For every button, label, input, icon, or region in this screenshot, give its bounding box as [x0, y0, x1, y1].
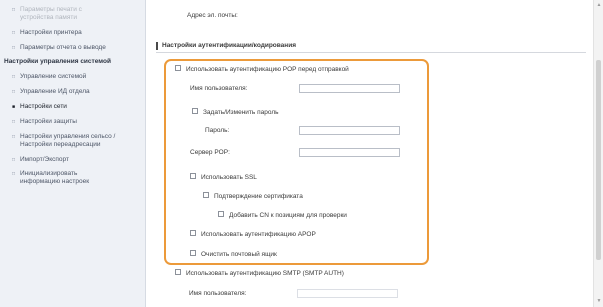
use-apop-label: Использовать аутентификацию APOP — [201, 231, 316, 238]
username-label: Имя пользователя: — [190, 85, 248, 92]
sidebar-item-security-settings[interactable]: □ Настройки защиты — [12, 118, 141, 126]
clear-mailbox-label: Очистить почтовый ящик — [201, 251, 277, 258]
password-input[interactable] — [299, 126, 400, 135]
set-password-row[interactable]: Задать/Изменить пароль — [192, 108, 279, 117]
clear-mailbox-checkbox[interactable] — [190, 250, 196, 257]
pop-before-send-label: Использовать аутентификацию POP перед от… — [186, 66, 349, 73]
sidebar-item-initialize-settings[interactable]: □ Инициализировать информацию настроек — [12, 170, 141, 186]
use-apop-checkbox[interactable] — [190, 230, 196, 237]
pop-server-label: Сервер POP: — [190, 149, 230, 156]
sidebar-item-department-id[interactable]: □ Управление ИД отдела — [12, 88, 141, 96]
smtp-username-input[interactable] — [297, 289, 398, 298]
smtp-auth-checkbox[interactable] — [175, 269, 181, 276]
email-address-label: Адрес эл. почты: — [187, 12, 238, 19]
sidebar-item-label: Инициализировать — [20, 170, 78, 177]
add-cn-row[interactable]: Добавить CN к позициям для проверки — [218, 211, 347, 220]
use-ssl-label: Использовать SSL — [201, 174, 257, 181]
bullet-icon: □ — [12, 30, 16, 36]
sidebar-nav: □ Параметры печати с устройства памяти □ На… — [0, 0, 146, 307]
sidebar-item-label: Настройки управления сельсо / — [20, 133, 116, 140]
sidebar-item-network-settings[interactable]: ■ Настройки сети — [12, 103, 141, 111]
pop-before-send-checkbox[interactable] — [175, 65, 181, 72]
scroll-down-icon[interactable]: ▼ — [595, 298, 603, 304]
sidebar-item-label: Настройки сети — [20, 103, 67, 110]
sidebar-item-forwarding-settings[interactable]: □ Настройки управления сельсо / Настройки … — [12, 133, 141, 149]
use-ssl-checkbox[interactable] — [190, 173, 196, 180]
scroll-up-icon[interactable]: ▲ — [595, 2, 603, 8]
confirm-cert-label: Подтверждение сертификата — [214, 193, 303, 200]
sidebar-item-label-line2: Настройки переадресации — [20, 141, 101, 148]
sidebar-item-system-management[interactable]: □ Управление системой — [12, 73, 141, 81]
add-cn-label: Добавить CN к позициям для проверки — [229, 212, 347, 219]
sidebar-group-system-management: Настройки управления системой — [4, 58, 141, 66]
bullet-icon: □ — [12, 7, 16, 13]
main-content: Адрес эл. почты: Настройки аутентификаци… — [147, 0, 593, 307]
clear-mailbox-row[interactable]: Очистить почтовый ящик — [190, 250, 277, 259]
active-bullet-icon: ■ — [12, 104, 16, 110]
password-label: Пароль: — [205, 127, 230, 134]
sidebar-item-import-export[interactable]: □ Импорт/Экспорт — [12, 156, 141, 164]
add-cn-checkbox[interactable] — [218, 211, 224, 218]
confirm-cert-row[interactable]: Подтверждение сертификата — [203, 192, 303, 201]
sidebar-item-label: Параметры печати с — [20, 6, 82, 13]
bullet-icon: □ — [12, 171, 16, 177]
bullet-icon: □ — [12, 119, 16, 125]
smtp-username-label: Имя пользователя: — [189, 290, 247, 297]
section-divider — [156, 52, 586, 53]
bullet-icon: □ — [12, 134, 16, 140]
use-ssl-row[interactable]: Использовать SSL — [190, 173, 257, 182]
bullet-icon: □ — [12, 157, 16, 163]
sidebar-item-label: Параметры отчета о выводе — [20, 44, 106, 51]
bullet-icon: □ — [12, 45, 16, 51]
sidebar-item-label-line2: информацию настроек — [20, 178, 90, 185]
confirm-cert-checkbox[interactable] — [203, 192, 209, 199]
sidebar-item-label: Настройки защиты — [20, 118, 77, 125]
sidebar-item-label: Импорт/Экспорт — [20, 156, 69, 163]
sidebar-item-label: Управление ИД отдела — [20, 88, 90, 95]
scrollbar-thumb[interactable] — [596, 60, 601, 260]
sidebar-item-label-line2: устройства памяти — [20, 14, 78, 21]
sidebar-item-print-memory[interactable]: □ Параметры печати с устройства памяти — [12, 6, 141, 22]
bullet-icon: □ — [12, 89, 16, 95]
sidebar-item-printer-settings[interactable]: □ Настройки принтера — [12, 29, 141, 37]
sidebar-group-label: Настройки управления системой — [4, 58, 111, 65]
sidebar-item-output-report[interactable]: □ Параметры отчета о выводе — [12, 44, 141, 52]
smtp-auth-label: Использовать аутентификацию SMTP (SMTP A… — [186, 270, 344, 277]
bullet-icon: □ — [12, 74, 16, 80]
use-apop-row[interactable]: Использовать аутентификацию APOP — [190, 230, 316, 239]
screenshot-root: □ Параметры печати с устройства памяти □ На… — [0, 0, 603, 307]
pop-auth-highlight-panel: Использовать аутентификацию POP перед от… — [164, 59, 429, 265]
vertical-scrollbar[interactable]: ▲ ▼ — [593, 0, 603, 307]
pop-before-send-row[interactable]: Использовать аутентификацию POP перед от… — [175, 65, 349, 74]
smtp-auth-row[interactable]: Использовать аутентификацию SMTP (SMTP A… — [175, 269, 344, 278]
pop-server-input[interactable] — [299, 148, 400, 157]
username-input[interactable] — [299, 84, 400, 93]
sidebar-item-label: Управление системой — [20, 73, 87, 80]
sidebar-item-label: Настройки принтера — [20, 29, 82, 36]
section-title: Настройки аутентификации/кодирования — [156, 42, 586, 50]
set-password-checkbox[interactable] — [192, 108, 198, 115]
set-password-label: Задать/Изменить пароль — [203, 109, 279, 116]
